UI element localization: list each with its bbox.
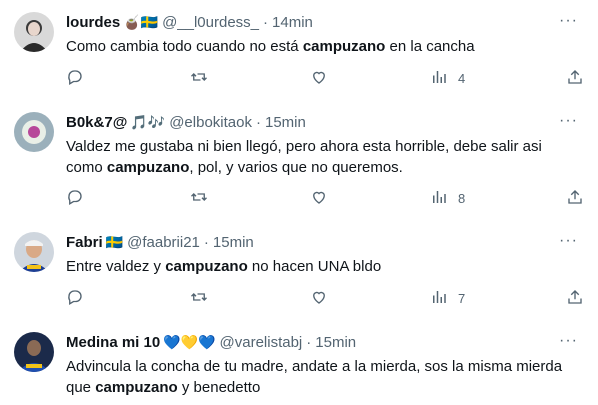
- name-emojis: 🧉🇸🇪: [123, 14, 159, 30]
- avatar[interactable]: [14, 232, 54, 272]
- tweet-text: Como cambia todo cuando no está campuzan…: [66, 36, 571, 57]
- more-icon[interactable]: ···: [559, 12, 578, 30]
- views-count: 8: [458, 191, 466, 206]
- like-button[interactable]: [310, 68, 328, 89]
- share-button[interactable]: [566, 188, 584, 209]
- text-part: Como cambia todo cuando no está: [66, 38, 303, 55]
- views-icon: [430, 288, 448, 309]
- keyword: campuzano: [302, 38, 386, 55]
- separator-dot: ·: [263, 14, 269, 31]
- text-part: en la cancha: [385, 38, 475, 55]
- like-button[interactable]: [310, 288, 328, 309]
- views-icon: [430, 68, 448, 89]
- tweet-text: Valdez me gustaba ni bien llegó, pero ah…: [66, 136, 571, 178]
- separator-dot: ·: [306, 334, 312, 351]
- reply-button[interactable]: [66, 188, 84, 209]
- retweet-icon: [190, 68, 208, 89]
- tweet-text: Advincula la concha de tu madre, andate …: [66, 356, 571, 398]
- tweet[interactable]: Fabri 🇸🇪 @faabrii21 · 15min ··· Entre va…: [0, 220, 598, 321]
- name-emojis: 🇸🇪: [105, 234, 124, 250]
- text-part: y benedetto: [177, 379, 261, 396]
- retweet-icon: [190, 288, 208, 309]
- text-part: Entre valdez y: [66, 258, 166, 275]
- user-name[interactable]: B0k&7@: [66, 114, 127, 131]
- views-icon: [430, 188, 448, 209]
- action-bar: 7: [66, 288, 582, 309]
- views-button[interactable]: 7: [430, 288, 465, 309]
- user-handle[interactable]: @varelistabj: [220, 334, 303, 351]
- separator-dot: ·: [203, 234, 209, 251]
- reply-icon: [66, 188, 84, 209]
- views-count: 4: [458, 71, 466, 86]
- reply-button[interactable]: [66, 68, 84, 89]
- tweet[interactable]: lourdes 🧉🇸🇪 @__l0urdess_ · 14min ··· Com…: [0, 0, 598, 101]
- like-icon: [310, 188, 328, 209]
- action-bar: 4: [66, 68, 582, 89]
- tweet[interactable]: B0k&7@ 🎵🎶 @elbokitaok · 15min ··· Valdez…: [0, 100, 598, 221]
- user-handle[interactable]: @elbokitaok: [169, 114, 252, 131]
- retweet-button[interactable]: [190, 68, 208, 89]
- text-part: no hacen UNA bldo: [247, 258, 382, 275]
- user-name[interactable]: Medina mi 10: [66, 334, 160, 351]
- avatar[interactable]: [14, 112, 54, 152]
- retweet-icon: [190, 188, 208, 209]
- keyword: campuzano: [165, 258, 248, 275]
- action-bar: 8: [66, 188, 582, 209]
- more-icon[interactable]: ···: [559, 232, 578, 250]
- keyword: campuzano: [95, 379, 178, 396]
- keyword: campuzano: [106, 159, 190, 176]
- share-button[interactable]: [566, 68, 584, 89]
- text-part: , pol, y varios que no queremos.: [189, 159, 403, 176]
- tweet-text: Entre valdez y campuzano no hacen UNA bl…: [66, 256, 571, 277]
- more-icon[interactable]: ···: [559, 112, 578, 130]
- tweet[interactable]: Medina mi 10 💙💛💙 @varelistabj · 15min ··…: [0, 320, 598, 405]
- user-handle[interactable]: @faabrii21: [127, 234, 200, 251]
- user-handle[interactable]: @__l0urdess_: [162, 14, 259, 31]
- like-icon: [310, 68, 328, 89]
- views-button[interactable]: 4: [430, 68, 465, 89]
- timestamp[interactable]: 15min: [265, 114, 306, 131]
- name-emojis: 🎵🎶: [130, 114, 166, 130]
- views-button[interactable]: 8: [430, 188, 465, 209]
- share-icon: [566, 68, 584, 89]
- more-icon[interactable]: ···: [559, 332, 578, 350]
- user-name[interactable]: lourdes: [66, 14, 120, 31]
- retweet-button[interactable]: [190, 188, 208, 209]
- timestamp[interactable]: 15min: [315, 334, 356, 351]
- like-button[interactable]: [310, 188, 328, 209]
- name-emojis: 💙💛💙: [163, 334, 216, 350]
- reply-icon: [66, 288, 84, 309]
- share-icon: [566, 288, 584, 309]
- share-icon: [566, 188, 584, 209]
- like-icon: [310, 288, 328, 309]
- avatar[interactable]: [14, 12, 54, 52]
- retweet-button[interactable]: [190, 288, 208, 309]
- timestamp[interactable]: 14min: [272, 14, 313, 31]
- views-count: 7: [458, 291, 466, 306]
- avatar[interactable]: [14, 332, 54, 372]
- share-button[interactable]: [566, 288, 584, 309]
- user-name[interactable]: Fabri: [66, 234, 103, 251]
- reply-button[interactable]: [66, 288, 84, 309]
- reply-icon: [66, 68, 84, 89]
- timestamp[interactable]: 15min: [213, 234, 254, 251]
- separator-dot: ·: [255, 114, 261, 131]
